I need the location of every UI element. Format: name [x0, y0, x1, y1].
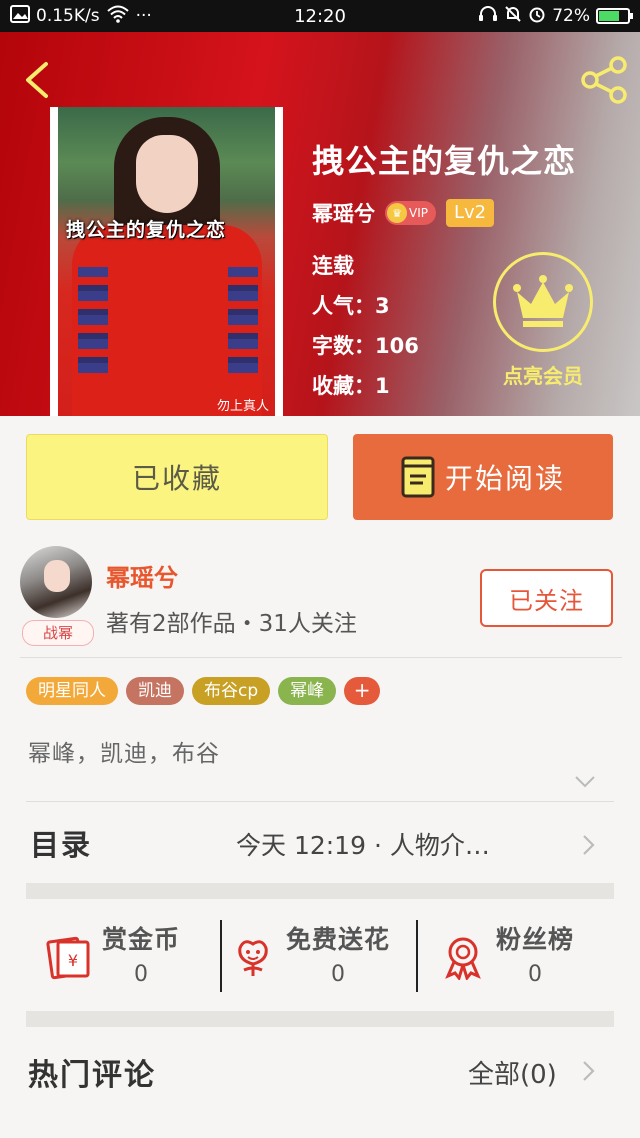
toc-label[interactable]: 目录	[30, 822, 92, 864]
clock: 12:20	[294, 5, 346, 27]
divider	[220, 920, 222, 992]
reward-coins-button[interactable]: ¥ 赏金币 0	[46, 920, 180, 994]
fan-ranking-button[interactable]: 粉丝榜 0	[440, 920, 574, 994]
chevron-right-icon[interactable]	[582, 1060, 596, 1082]
section-separator	[26, 1011, 614, 1027]
cover-title: 拽公主的复仇之恋	[66, 219, 227, 241]
popularity: 人气：3	[312, 294, 390, 318]
image-notification-icon	[10, 4, 30, 28]
share-button[interactable]	[578, 54, 630, 106]
chevron-down-icon[interactable]	[574, 775, 596, 789]
status-bar: 0.15K/s ··· 12:20 72%	[0, 0, 640, 32]
chevron-right-icon[interactable]	[582, 834, 596, 856]
collected-button[interactable]: 已收藏	[26, 434, 328, 520]
reward-label: 粉丝榜	[496, 925, 575, 954]
book-description: 幂峰，凯迪，布谷	[28, 741, 220, 767]
battery-icon	[596, 8, 633, 24]
wifi-icon	[106, 5, 130, 28]
cover-image: 拽公主的复仇之恋 勿上真人	[58, 107, 275, 416]
crown-icon	[513, 275, 573, 327]
share-icon	[581, 56, 627, 104]
back-button[interactable]	[18, 58, 58, 102]
author-card-name[interactable]: 幂瑶兮	[106, 558, 178, 593]
divider	[416, 920, 418, 992]
headset-icon	[478, 5, 498, 28]
network-speed: 0.15K/s	[36, 6, 100, 26]
reward-value: 0	[331, 962, 345, 987]
red-envelope-icon: ¥	[46, 936, 90, 980]
word-count: 字数：106	[312, 334, 419, 358]
favorites-count: 收藏：1	[312, 374, 390, 398]
crown-icon: ♛	[387, 203, 407, 223]
author-name[interactable]: 幂瑶兮	[312, 198, 375, 228]
tag-item[interactable]: 凯迪	[126, 677, 184, 705]
alarm-icon	[528, 5, 546, 28]
medal-icon	[445, 937, 481, 980]
reward-value: 0	[134, 962, 148, 987]
battery-percent: 72%	[552, 6, 590, 26]
toc-latest-chapter[interactable]: 今天 12:19 · 人物介…	[236, 826, 490, 862]
book-title: 拽公主的复仇之恋	[312, 142, 577, 180]
tag-item[interactable]: 明星同人	[26, 677, 118, 705]
book-icon	[401, 456, 435, 498]
hot-comments-title: 热门评论	[28, 1058, 156, 1093]
section-separator	[26, 883, 614, 899]
vip-label: VIP	[409, 206, 428, 220]
avatar-tag: 战幂	[22, 620, 94, 646]
tag-item[interactable]: 幂峰	[278, 677, 337, 705]
divider	[26, 801, 614, 802]
divider	[20, 657, 622, 658]
mute-bell-icon	[504, 5, 522, 28]
reward-label: 赏金币	[102, 925, 181, 954]
add-tag-button[interactable]: +	[344, 677, 381, 705]
start-reading-button[interactable]: 开始阅读	[353, 434, 613, 520]
member-button[interactable]: 点亮会员	[488, 252, 598, 389]
member-label: 点亮会员	[503, 364, 583, 388]
svg-text:¥: ¥	[68, 951, 78, 970]
book-cover[interactable]: 拽公主的复仇之恋 勿上真人	[50, 107, 283, 416]
reward-label: 免费送花	[286, 925, 391, 954]
reward-value: 0	[528, 962, 542, 987]
all-comments-link[interactable]: 全部(0)	[468, 1054, 557, 1091]
author-row: 幂瑶兮 ♛ VIP Lv2	[312, 198, 495, 228]
chevron-left-icon	[26, 62, 48, 98]
vip-badge: ♛ VIP	[385, 201, 436, 225]
tag-item[interactable]: 布谷cp	[192, 677, 271, 705]
more-notifications-icon: ···	[135, 6, 152, 26]
free-flower-button[interactable]: 免费送花 0	[230, 920, 390, 994]
tag-list: 明星同人 凯迪 布谷cp 幂峰 +	[26, 677, 381, 705]
start-reading-label: 开始阅读	[444, 462, 565, 495]
cover-signature: 勿上真人	[216, 399, 269, 414]
serial-status: 连载	[312, 254, 354, 278]
author-card-stats: 著有2部作品・31人关注	[106, 611, 357, 637]
level-badge: Lv2	[445, 199, 495, 227]
follow-button[interactable]: 已关注	[480, 569, 613, 627]
flower-icon	[238, 940, 268, 976]
author-avatar[interactable]	[20, 546, 92, 618]
book-stats: 连载 人气：3 字数：106 收藏：1	[312, 246, 419, 406]
book-header: 拽公主的复仇之恋 勿上真人 拽公主的复仇之恋 幂瑶兮 ♛ VIP Lv2 连载 …	[0, 32, 640, 416]
